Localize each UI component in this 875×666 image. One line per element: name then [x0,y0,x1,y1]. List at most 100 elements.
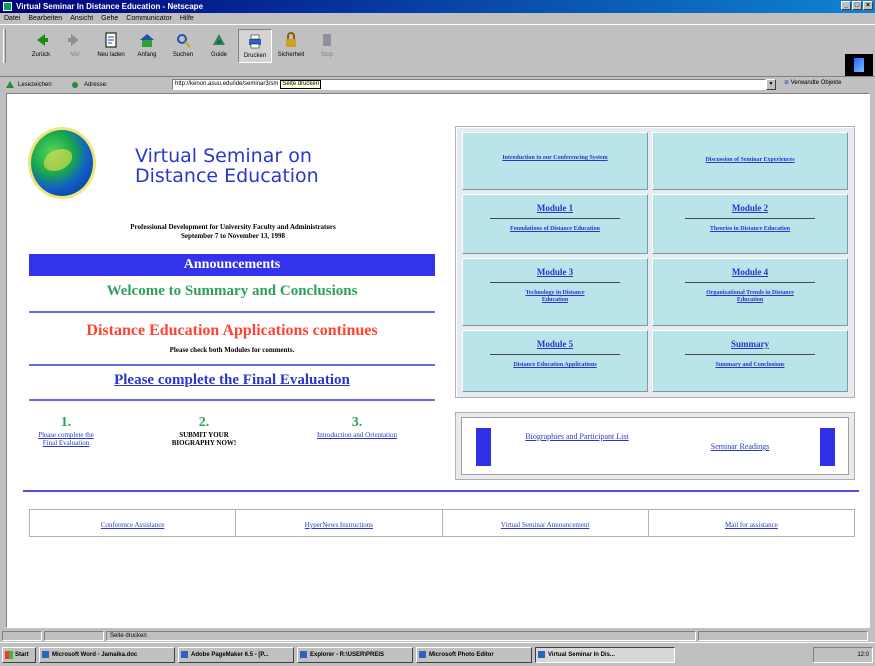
module-3-cell: Module 3 Technology in Distance Educatio… [462,258,648,326]
step-1: 1. Please complete the Final Evaluation [7,416,131,448]
menu-file[interactable]: Datei [4,15,20,22]
minimize-button[interactable]: _ [841,1,851,10]
security-button[interactable]: Sicherheit [274,29,308,63]
guide-button[interactable]: Guide [202,29,236,63]
stop-icon [323,34,331,46]
home-icon [140,34,154,47]
location-icon[interactable] [70,80,80,89]
location-bar: Lesezeichen Adresse: http://kenon.asuu.e… [0,77,875,92]
module-3-link[interactable]: Module 3 [463,267,647,277]
summary-link[interactable]: Summary [653,339,847,349]
related-objects-button[interactable]: ⊕ Verwandte Objekte [784,79,841,86]
module-4-cell: Module 4 Organizational Trends in Distan… [652,258,848,326]
module-4-link[interactable]: Module 4 [653,267,847,277]
address-label: Adresse: [84,81,108,88]
biographies-panel: Biographies and Participant List Seminar… [455,412,855,480]
window-title: Virtual Seminar In Distance Education - … [16,2,204,11]
menu-go[interactable]: Gehe [101,15,118,22]
step-3-link[interactable]: Introduction and Orientation [282,431,432,439]
bookmark-icon [6,81,14,88]
print-button[interactable]: Drucken [238,29,272,63]
globe-logo [31,130,93,196]
forward-button[interactable]: Vor [58,29,92,63]
page-content[interactable]: Virtual Seminar on Distance Education Pr… [6,93,870,628]
forward-arrow-icon [68,34,79,46]
module-grid: Introduction to our Conferencing System … [455,126,855,398]
step-1-link[interactable]: Please complete the Final Evaluation [34,431,98,447]
security-lock-icon [286,32,296,47]
task-photo-editor[interactable]: Microsoft Photo Editor [416,646,532,663]
summary-topic-link[interactable]: Summary and Conclusions [653,362,847,369]
component-bar [698,630,868,641]
seminar-dates: September 7 to November 13, 1998 [181,232,285,240]
intro-conferencing-link[interactable]: Introduction to our Conferencing System [463,155,647,162]
seminar-announcement-link[interactable]: Virtual Seminar Announcement [501,521,590,529]
divider [29,364,435,366]
summary-cell: Summary Summary and Conclusions [652,330,848,392]
url-text: http://kenon.asuu.edu/ide/seminar3/sm [175,81,279,87]
divider [23,490,859,492]
mail-assistance-link[interactable]: Mail for assistance [725,521,778,529]
menu-bar: Datei Bearbeiten Ansicht Gehe Communicat… [0,13,875,24]
welcome-heading: Welcome to Summary and Conclusions [106,283,358,299]
toolbar-grip[interactable] [3,29,6,63]
menu-help[interactable]: Hilfe [180,15,194,22]
related-icon: ⊕ [784,80,790,86]
menu-view[interactable]: Ansicht [70,15,93,22]
final-evaluation-link[interactable]: Please complete the Final Evaluation [29,372,435,389]
navigation-toolbar: Zurück Vor Neu laden Anfang Suchen Guide… [0,24,875,77]
home-button[interactable]: Anfang [130,29,164,63]
window-title-bar[interactable]: Virtual Seminar In Distance Education - … [0,0,875,13]
stop-button[interactable]: Stop [310,29,344,63]
hypernews-instructions-link[interactable]: HyperNews Instructions [305,521,373,529]
task-explorer[interactable]: Explorer - R:\USER\PREIS [297,646,413,663]
url-input[interactable]: http://kenon.asuu.edu/ide/seminar3/sm Sei… [172,79,766,90]
divider [29,399,435,401]
module-2-link[interactable]: Module 2 [653,203,847,213]
security-status-icon[interactable] [2,630,42,641]
step-2-text: SUBMIT YOUR BIOGRAPHY NOW! [171,431,237,447]
module-2-cell: Module 2 Theories in Distance Education [652,194,848,254]
back-button[interactable]: Zurück [24,29,58,63]
intro-cell: Introduction to our Conferencing System [462,132,648,190]
task-pagemaker[interactable]: Adobe PageMaker 6.5 - [P... [178,646,294,663]
tray-clock: 12:0 [857,652,869,658]
bookmarks-button[interactable]: Lesezeichen [18,82,52,88]
module-5-link[interactable]: Module 5 [463,339,647,349]
discussion-cell: Discussion of Seminar Experiences [652,132,848,190]
search-button[interactable]: Suchen [166,29,200,63]
url-dropdown-button[interactable]: ▼ [766,79,776,90]
discussion-link[interactable]: Discussion of Seminar Experiences [653,157,847,164]
module-4-topic-link[interactable]: Organizational Trends in Distance Educat… [695,290,805,304]
menu-communicator[interactable]: Communicator [126,15,172,22]
module-1-link[interactable]: Module 1 [463,203,647,213]
netscape-app-icon [3,2,12,11]
menu-edit[interactable]: Bearbeiten [28,15,62,22]
status-text: Seite drucken [106,630,696,641]
module-3-topic-link[interactable]: Technology in Distance Education [510,290,600,304]
reload-button[interactable]: Neu laden [94,29,128,63]
search-icon [177,34,191,48]
module-2-topic-link[interactable]: Theories in Distance Education [653,226,847,233]
announcements-heading: Announcements [29,254,435,276]
maximize-button[interactable]: □ [852,1,862,10]
guide-icon [213,34,225,45]
start-button[interactable]: Start [2,646,36,663]
back-arrow-icon [37,34,48,46]
step-2: 2. SUBMIT YOUR BIOGRAPHY NOW! [139,416,269,448]
bio-decor-bar [476,428,491,466]
system-tray[interactable]: 12:0 [813,647,873,663]
dea-heading: Distance Education Applications continue… [86,322,378,339]
biographies-link[interactable]: Biographies and Participant List [502,432,652,442]
task-word[interactable]: Microsoft Word - Jamaika.doc [39,646,175,663]
bio-decor-bar [820,428,835,466]
module-5-topic-link[interactable]: Distance Education Applications [463,362,647,369]
module-5-cell: Module 5 Distance Education Applications [462,330,648,392]
site-subtitle: Professional Development for University … [130,223,336,231]
close-button[interactable]: × [863,1,873,10]
module-1-topic-link[interactable]: Foundations of Distance Education [463,226,647,233]
conference-assistance-link[interactable]: Conference Assistance [101,521,165,529]
status-bar: Seite drucken [0,629,875,642]
task-netscape[interactable]: Virtual Seminar In Dis... [535,646,675,663]
seminar-readings-link[interactable]: Seminar Readings [680,442,800,452]
